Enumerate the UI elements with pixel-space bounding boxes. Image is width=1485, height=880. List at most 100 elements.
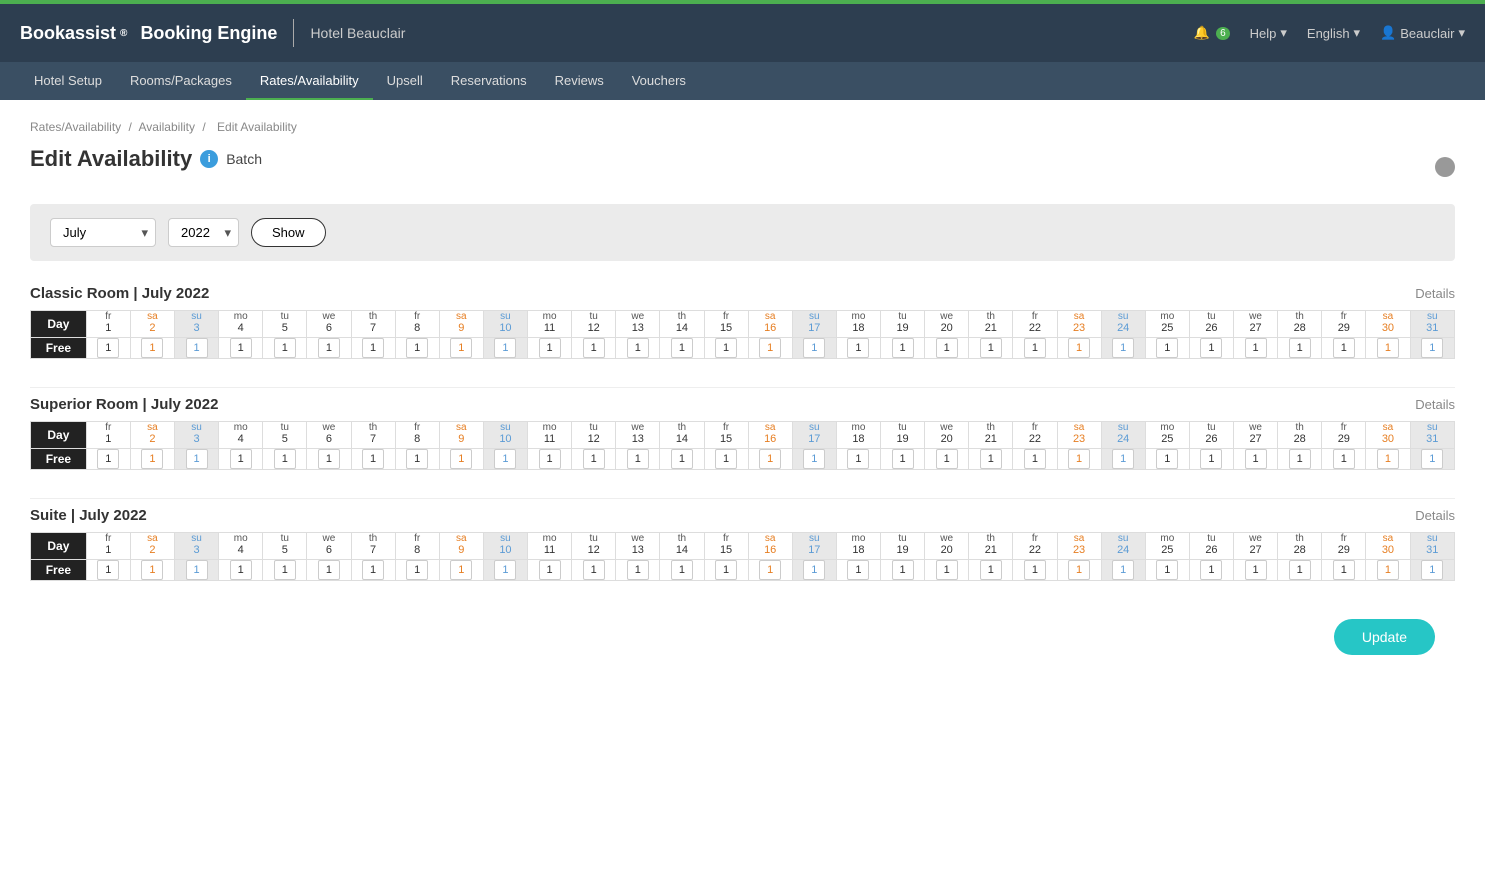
free-value-2-room-1[interactable]: 1 — [141, 449, 163, 469]
free-value-11-room-1[interactable]: 1 — [539, 449, 561, 469]
free-value-20-room-1[interactable]: 1 — [936, 449, 958, 469]
nav-vouchers[interactable]: Vouchers — [618, 62, 700, 100]
free-value-9-room-2[interactable]: 1 — [450, 560, 472, 580]
free-value-29-room-1[interactable]: 1 — [1333, 449, 1355, 469]
free-value-9-room-1[interactable]: 1 — [450, 449, 472, 469]
free-value-26-room-2[interactable]: 1 — [1200, 560, 1222, 580]
free-value-24-room-0[interactable]: 1 — [1112, 338, 1134, 358]
nav-rates-availability[interactable]: Rates/Availability — [246, 62, 373, 100]
free-value-27-room-1[interactable]: 1 — [1245, 449, 1267, 469]
breadcrumb-availability[interactable]: Availability — [139, 120, 195, 134]
free-value-28-room-1[interactable]: 1 — [1289, 449, 1311, 469]
free-value-26-room-0[interactable]: 1 — [1200, 338, 1222, 358]
free-value-23-room-1[interactable]: 1 — [1068, 449, 1090, 469]
free-value-5-room-0[interactable]: 1 — [274, 338, 296, 358]
free-value-13-room-1[interactable]: 1 — [627, 449, 649, 469]
free-value-2-room-2[interactable]: 1 — [141, 560, 163, 580]
free-value-13-room-0[interactable]: 1 — [627, 338, 649, 358]
free-value-3-room-1[interactable]: 1 — [186, 449, 208, 469]
notifications-button[interactable]: 🔔 6 — [1194, 25, 1230, 41]
free-value-10-room-2[interactable]: 1 — [494, 560, 516, 580]
free-value-18-room-2[interactable]: 1 — [847, 560, 869, 580]
free-value-5-room-1[interactable]: 1 — [274, 449, 296, 469]
free-value-17-room-2[interactable]: 1 — [803, 560, 825, 580]
free-value-4-room-0[interactable]: 1 — [230, 338, 252, 358]
free-value-28-room-2[interactable]: 1 — [1289, 560, 1311, 580]
free-value-6-room-2[interactable]: 1 — [318, 560, 340, 580]
nav-reservations[interactable]: Reservations — [437, 62, 541, 100]
nav-reviews[interactable]: Reviews — [541, 62, 618, 100]
free-value-31-room-2[interactable]: 1 — [1421, 560, 1443, 580]
free-value-30-room-2[interactable]: 1 — [1377, 560, 1399, 580]
free-value-15-room-1[interactable]: 1 — [715, 449, 737, 469]
free-value-27-room-0[interactable]: 1 — [1245, 338, 1267, 358]
free-value-30-room-0[interactable]: 1 — [1377, 338, 1399, 358]
free-value-8-room-2[interactable]: 1 — [406, 560, 428, 580]
free-value-12-room-2[interactable]: 1 — [583, 560, 605, 580]
free-value-1-room-0[interactable]: 1 — [97, 338, 119, 358]
free-value-8-room-0[interactable]: 1 — [406, 338, 428, 358]
free-value-31-room-1[interactable]: 1 — [1421, 449, 1443, 469]
free-value-17-room-1[interactable]: 1 — [803, 449, 825, 469]
free-value-16-room-1[interactable]: 1 — [759, 449, 781, 469]
nav-rooms-packages[interactable]: Rooms/Packages — [116, 62, 246, 100]
free-value-28-room-0[interactable]: 1 — [1289, 338, 1311, 358]
info-icon[interactable]: i — [200, 150, 218, 168]
free-value-25-room-0[interactable]: 1 — [1156, 338, 1178, 358]
nav-upsell[interactable]: Upsell — [373, 62, 437, 100]
free-value-3-room-0[interactable]: 1 — [186, 338, 208, 358]
free-value-9-room-0[interactable]: 1 — [450, 338, 472, 358]
free-value-19-room-0[interactable]: 1 — [892, 338, 914, 358]
free-value-10-room-1[interactable]: 1 — [494, 449, 516, 469]
free-value-8-room-1[interactable]: 1 — [406, 449, 428, 469]
free-value-17-room-0[interactable]: 1 — [803, 338, 825, 358]
free-value-6-room-1[interactable]: 1 — [318, 449, 340, 469]
free-value-4-room-2[interactable]: 1 — [230, 560, 252, 580]
user-button[interactable]: 👤 Beauclair ▾ — [1380, 25, 1465, 41]
free-value-25-room-1[interactable]: 1 — [1156, 449, 1178, 469]
free-value-13-room-2[interactable]: 1 — [627, 560, 649, 580]
free-value-3-room-2[interactable]: 1 — [186, 560, 208, 580]
free-value-15-room-0[interactable]: 1 — [715, 338, 737, 358]
free-value-14-room-1[interactable]: 1 — [671, 449, 693, 469]
free-value-7-room-1[interactable]: 1 — [362, 449, 384, 469]
free-value-7-room-2[interactable]: 1 — [362, 560, 384, 580]
free-value-21-room-0[interactable]: 1 — [980, 338, 1002, 358]
free-value-4-room-1[interactable]: 1 — [230, 449, 252, 469]
free-value-22-room-0[interactable]: 1 — [1024, 338, 1046, 358]
free-value-11-room-0[interactable]: 1 — [539, 338, 561, 358]
free-value-20-room-2[interactable]: 1 — [936, 560, 958, 580]
free-value-18-room-0[interactable]: 1 — [847, 338, 869, 358]
free-value-24-room-1[interactable]: 1 — [1112, 449, 1134, 469]
free-value-16-room-2[interactable]: 1 — [759, 560, 781, 580]
free-value-31-room-0[interactable]: 1 — [1421, 338, 1443, 358]
free-value-21-room-1[interactable]: 1 — [980, 449, 1002, 469]
free-value-1-room-2[interactable]: 1 — [97, 560, 119, 580]
free-value-15-room-2[interactable]: 1 — [715, 560, 737, 580]
nav-hotel-setup[interactable]: Hotel Setup — [20, 62, 116, 100]
help-button[interactable]: Help ▾ — [1250, 25, 1287, 41]
free-value-20-room-0[interactable]: 1 — [936, 338, 958, 358]
free-value-19-room-2[interactable]: 1 — [892, 560, 914, 580]
details-link-0[interactable]: Details — [1415, 286, 1455, 301]
free-value-21-room-2[interactable]: 1 — [980, 560, 1002, 580]
free-value-16-room-0[interactable]: 1 — [759, 338, 781, 358]
free-value-27-room-2[interactable]: 1 — [1245, 560, 1267, 580]
free-value-29-room-2[interactable]: 1 — [1333, 560, 1355, 580]
year-select[interactable]: 202120222023 — [168, 218, 239, 247]
free-value-12-room-1[interactable]: 1 — [583, 449, 605, 469]
breadcrumb-rates[interactable]: Rates/Availability — [30, 120, 121, 134]
free-value-26-room-1[interactable]: 1 — [1200, 449, 1222, 469]
free-value-23-room-2[interactable]: 1 — [1068, 560, 1090, 580]
free-value-12-room-0[interactable]: 1 — [583, 338, 605, 358]
free-value-1-room-1[interactable]: 1 — [97, 449, 119, 469]
free-value-2-room-0[interactable]: 1 — [141, 338, 163, 358]
free-value-22-room-2[interactable]: 1 — [1024, 560, 1046, 580]
free-value-19-room-1[interactable]: 1 — [892, 449, 914, 469]
free-value-18-room-1[interactable]: 1 — [847, 449, 869, 469]
free-value-22-room-1[interactable]: 1 — [1024, 449, 1046, 469]
free-value-14-room-2[interactable]: 1 — [671, 560, 693, 580]
show-button[interactable]: Show — [251, 218, 326, 247]
free-value-6-room-0[interactable]: 1 — [318, 338, 340, 358]
free-value-5-room-2[interactable]: 1 — [274, 560, 296, 580]
